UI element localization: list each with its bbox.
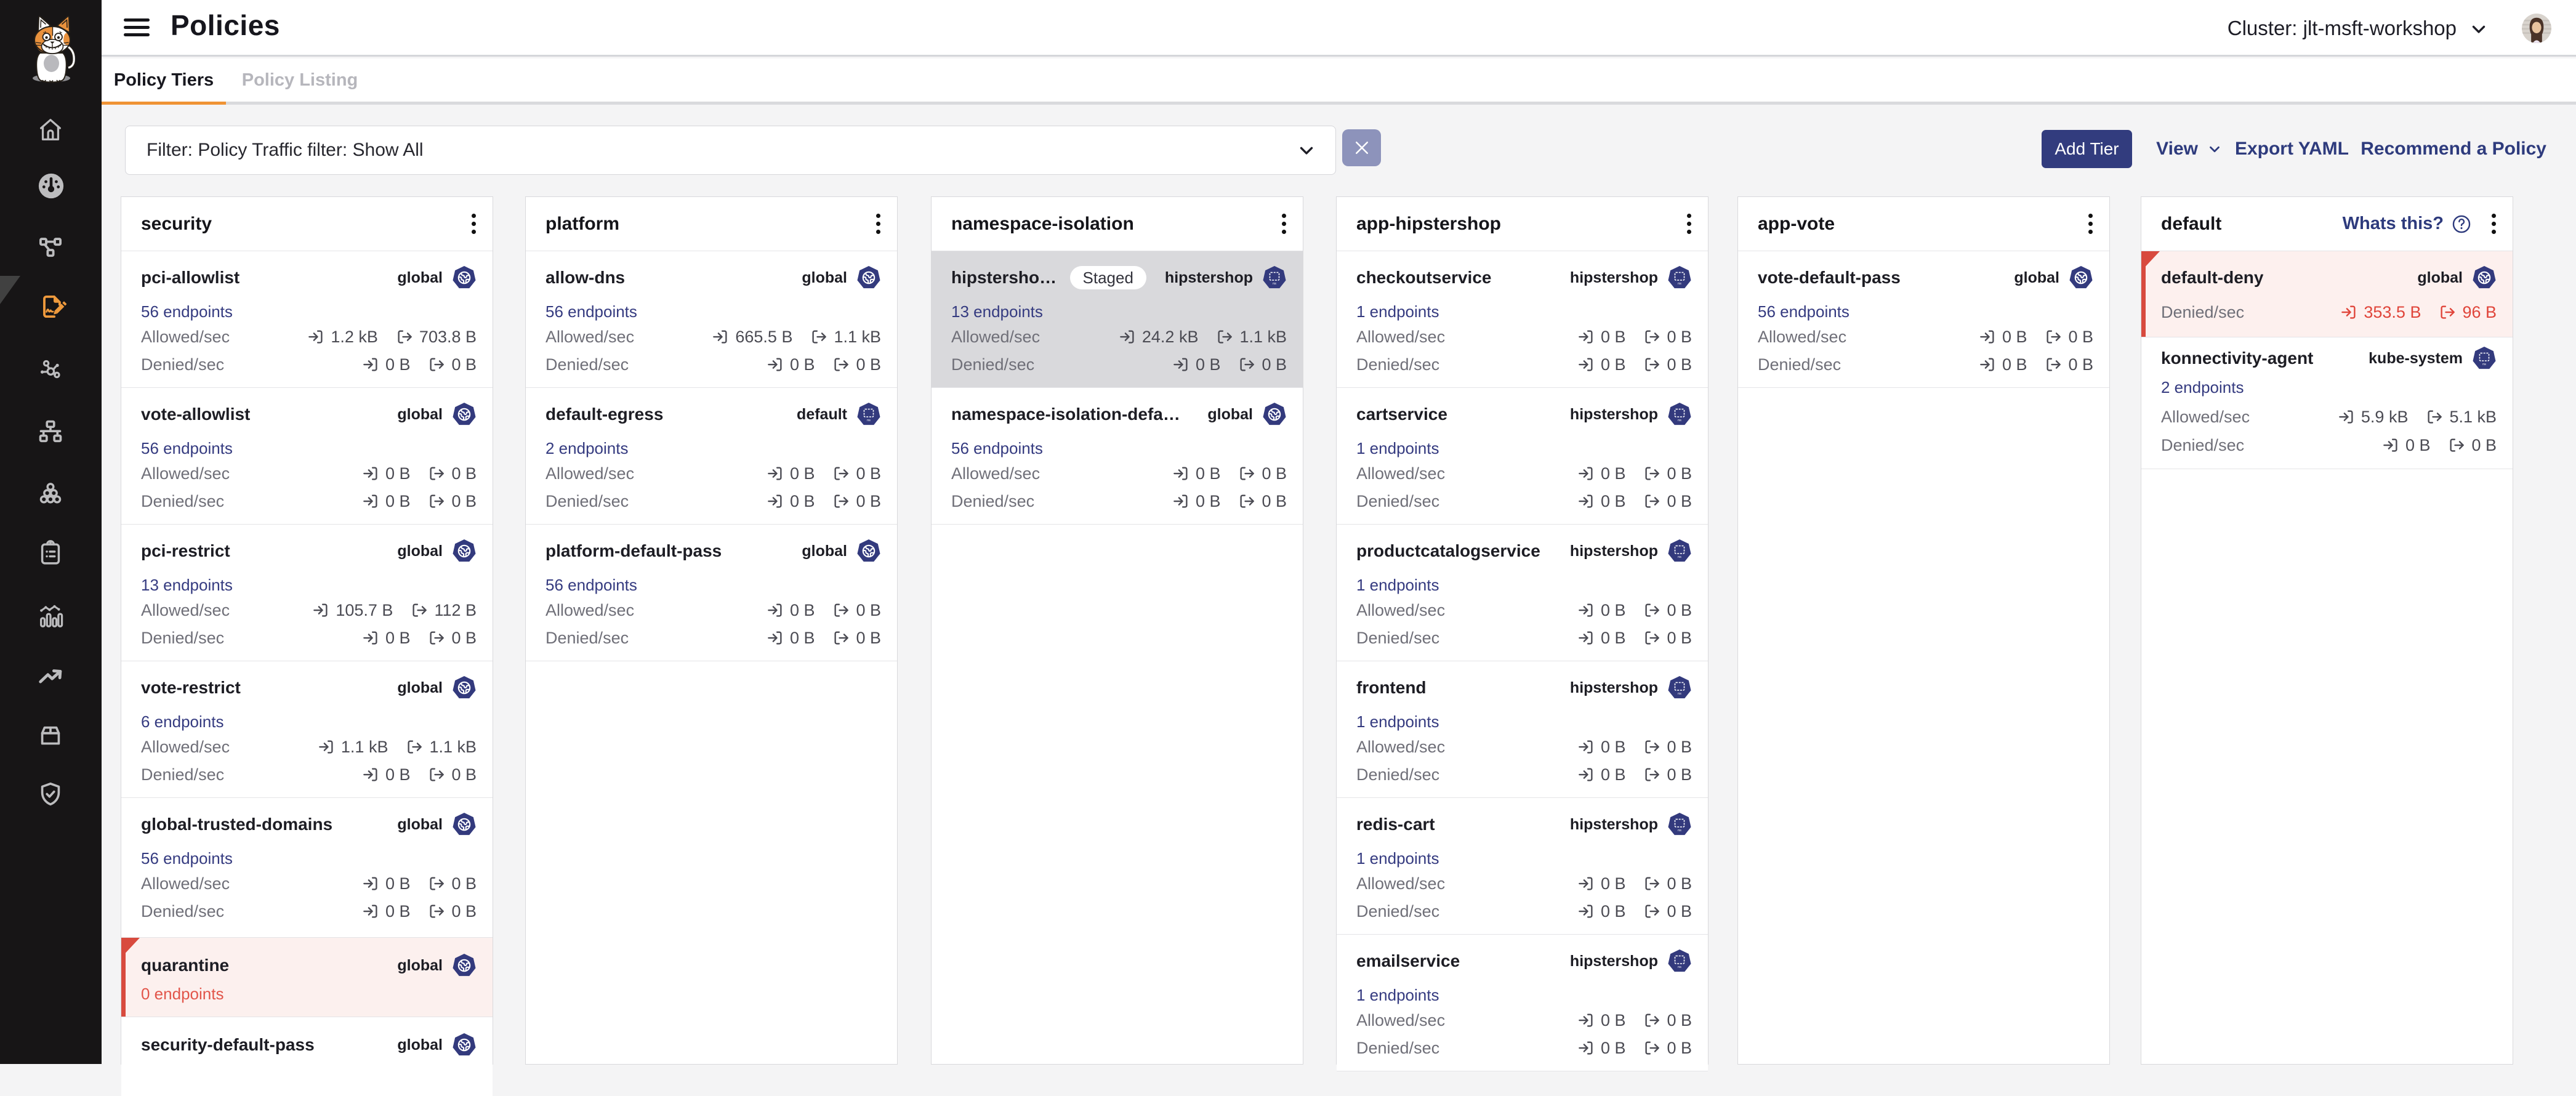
svg-text:ns: ns [2482, 363, 2486, 366]
svg-text:ns: ns [1273, 282, 1276, 286]
svg-text:ns: ns [1678, 555, 1681, 559]
svg-text:ns: ns [1678, 419, 1681, 422]
svg-text:ns: ns [1678, 692, 1681, 696]
svg-text:ns: ns [1678, 282, 1681, 286]
svg-text:ns: ns [867, 419, 871, 422]
svg-text:ns: ns [1678, 965, 1681, 969]
svg-text:ns: ns [1678, 829, 1681, 832]
